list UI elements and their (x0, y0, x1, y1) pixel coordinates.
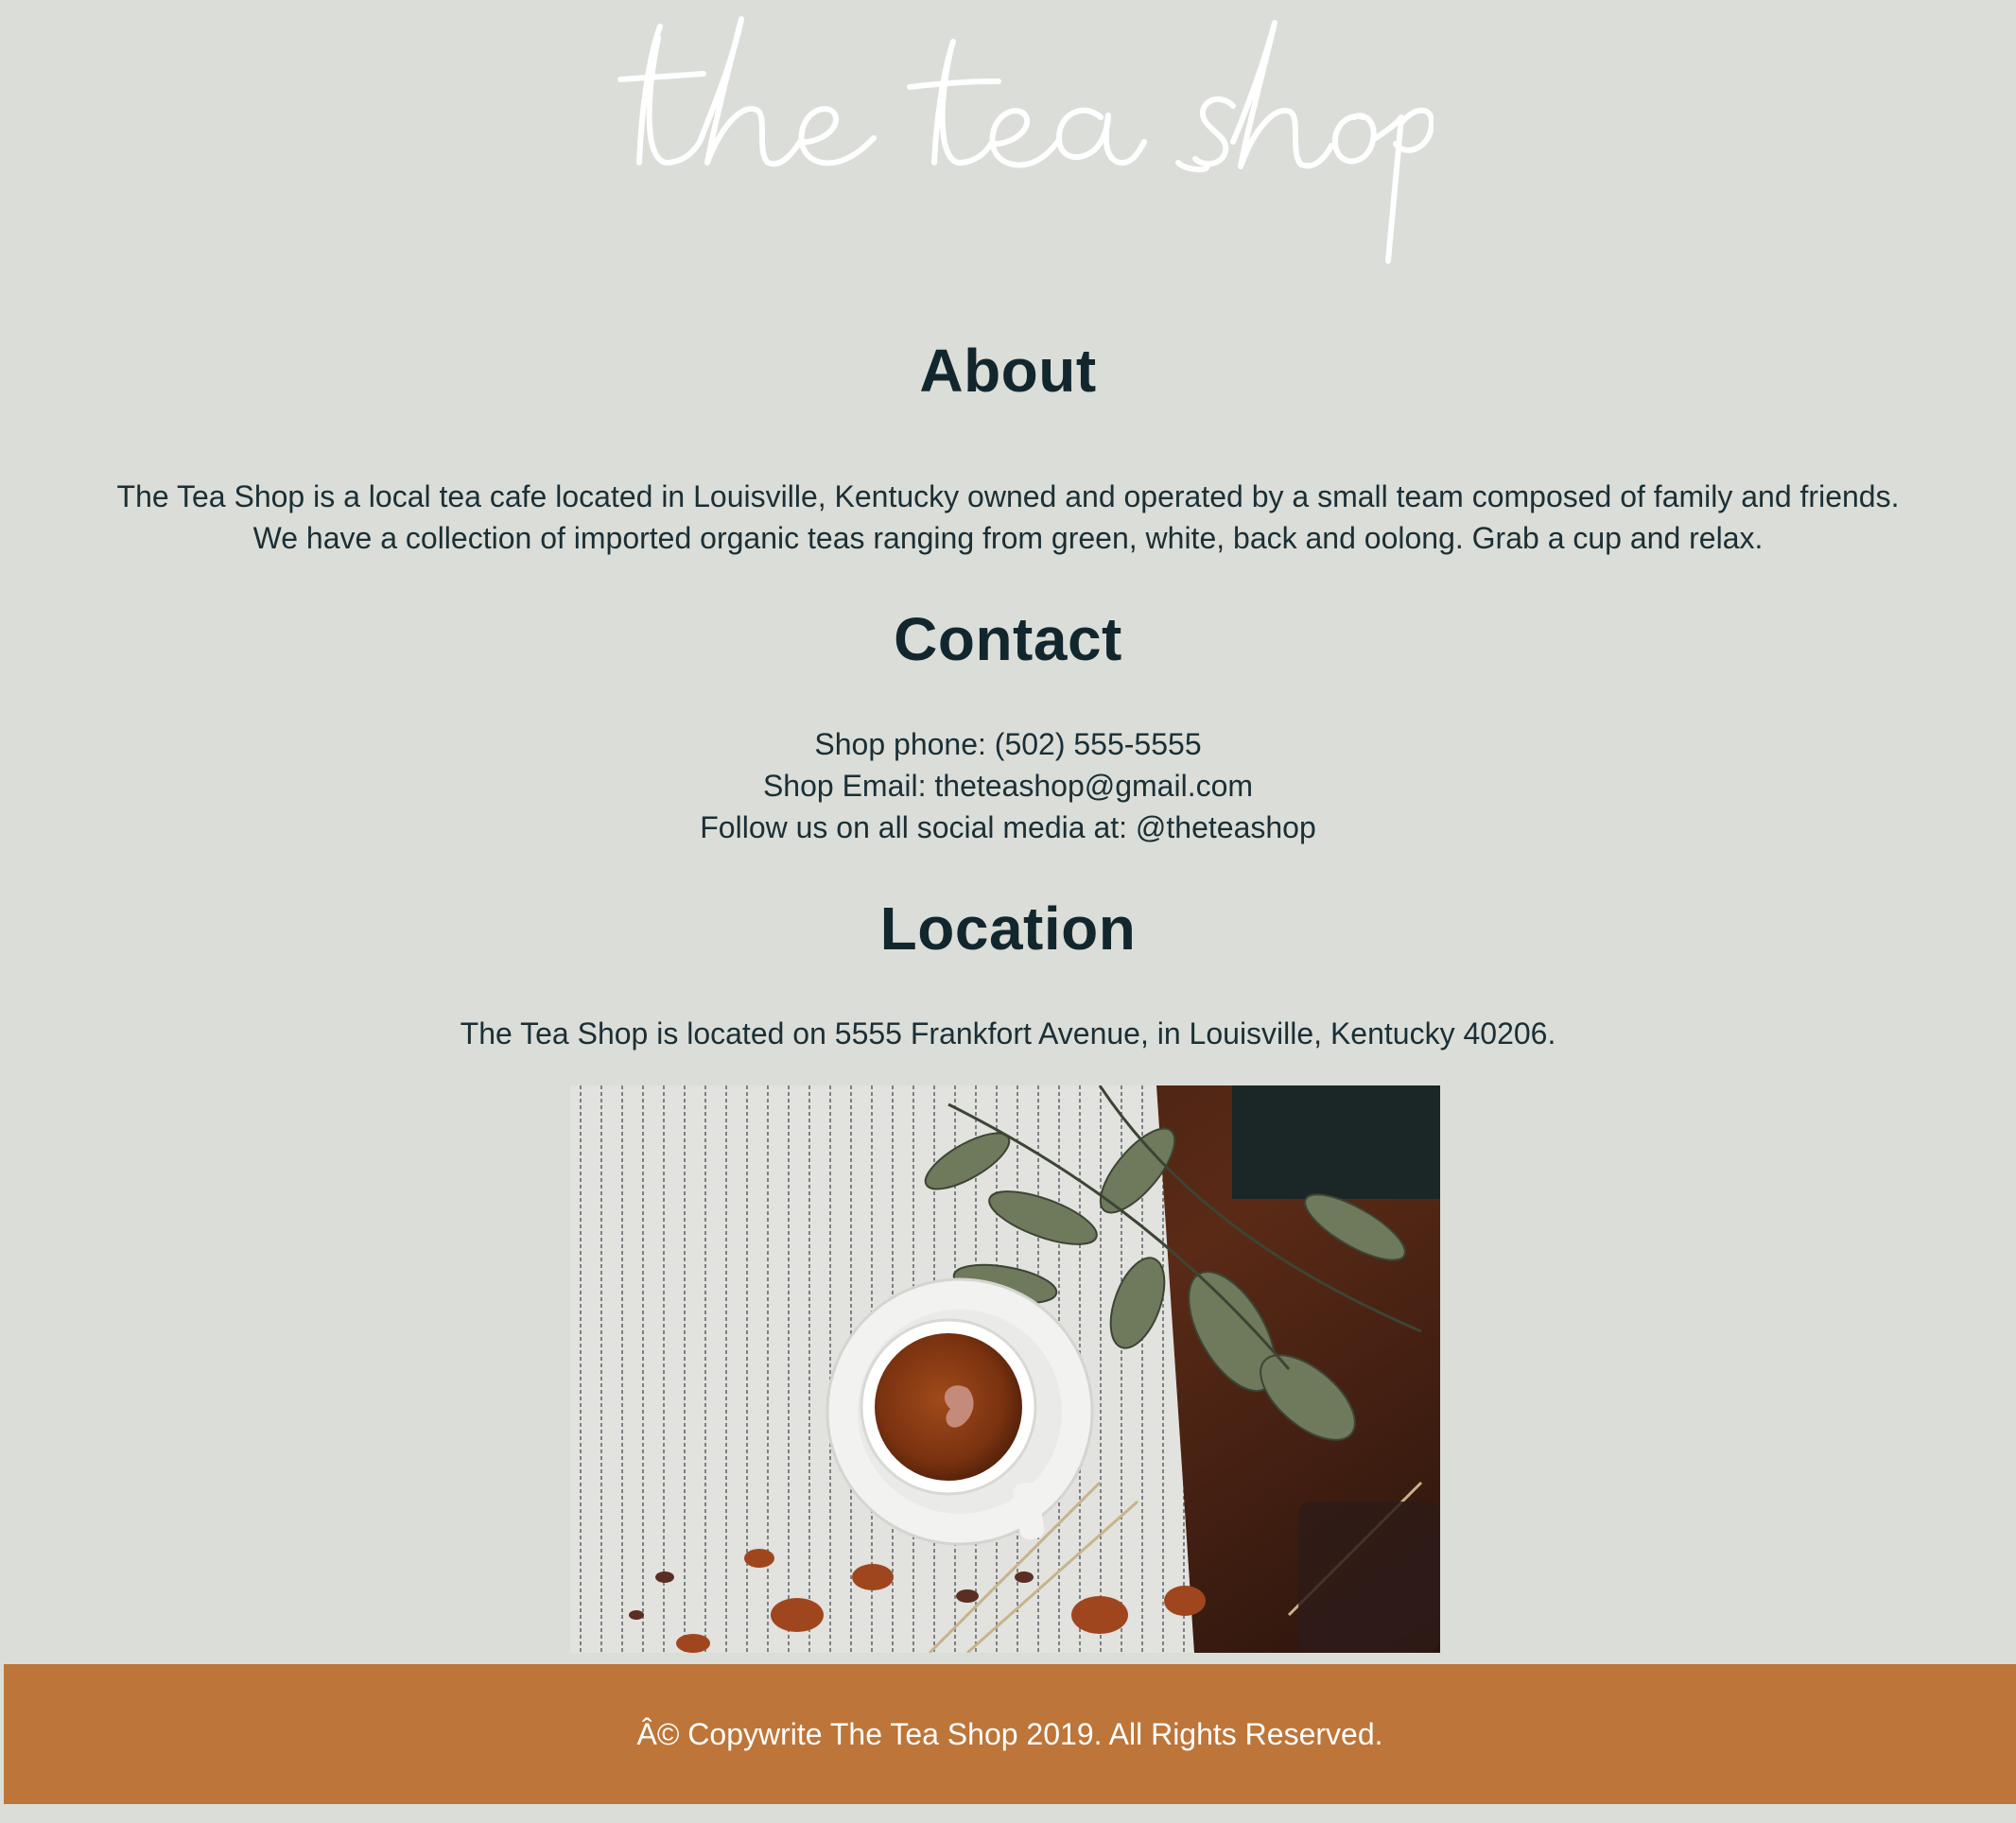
contact-heading: Contact (894, 605, 1122, 673)
about-heading: About (919, 337, 1097, 405)
tea-cup-photo (570, 1085, 1440, 1653)
site-logo[interactable] (0, 0, 2016, 284)
site-footer: Â© Copywrite The Tea Shop 2019. All Righ… (4, 1664, 2016, 1804)
tea-cup-image (570, 1085, 1440, 1653)
about-line-2: We have a collection of imported organic… (252, 521, 1764, 555)
shop-email: Shop Email: theteashop@gmail.com (762, 769, 1254, 803)
about-line-1: The Tea Shop is a local tea cafe located… (116, 479, 1900, 513)
social-handle: Follow us on all social media at: @thete… (700, 810, 1316, 844)
location-address: The Tea Shop is located on 5555 Frankfor… (460, 1016, 1556, 1050)
location-heading: Location (879, 894, 1137, 963)
shop-phone: Shop phone: (502) 555-5555 (814, 727, 1202, 761)
about-text: The Tea Shop is a local tea cafe located… (0, 476, 2016, 559)
tea-shop-script-logo (617, 16, 1434, 264)
copyright-text: Â© Copywrite The Tea Shop 2019. All Righ… (636, 1717, 1383, 1751)
contact-info: Shop phone: (502) 555-5555 Shop Email: t… (0, 723, 2016, 848)
